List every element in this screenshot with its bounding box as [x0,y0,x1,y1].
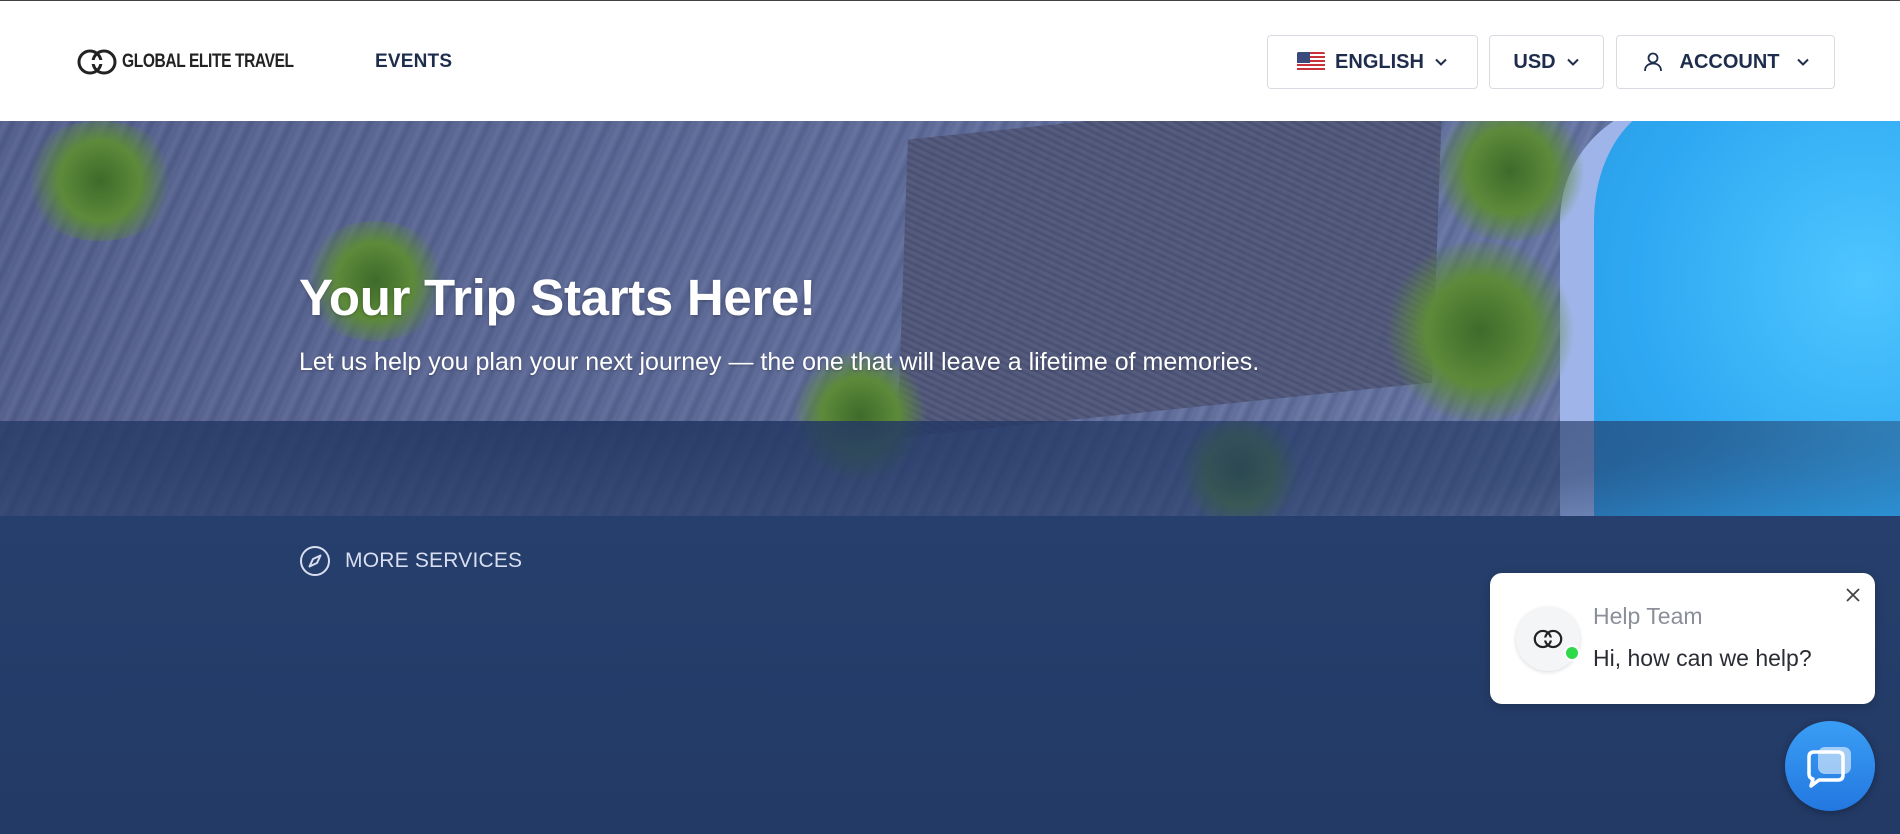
hero-background-palm [1380,241,1580,421]
chevron-down-icon [1435,58,1447,66]
logo-icon [77,49,117,75]
account-dropdown[interactable]: ACCOUNT [1616,35,1835,89]
nav-events-link[interactable]: EVENTS [375,51,452,73]
site-header: GLOBAL ELITE TRAVEL EVENTS ENGLISH USD A… [0,0,1900,121]
account-label: ACCOUNT [1679,50,1780,73]
currency-label: USD [1513,50,1556,73]
user-icon [1643,52,1662,72]
chat-popup[interactable]: Help Team Hi, how can we help? [1490,573,1875,704]
hero-subtitle: Let us help you plan your next journey —… [299,348,1260,376]
chat-team-name: Help Team [1593,603,1703,629]
currency-dropdown[interactable]: USD [1489,35,1604,89]
logo-icon [1533,629,1563,649]
chat-message: Hi, how can we help? [1593,645,1812,671]
hero-banner [0,121,1900,516]
hero-background-palm [20,121,180,241]
chevron-down-icon [1566,58,1579,66]
chevron-down-icon [1796,58,1809,66]
language-label: ENGLISH [1335,50,1424,73]
hero-shade [0,421,1900,516]
compass-icon [300,546,330,576]
chat-avatar [1516,607,1580,671]
close-icon[interactable] [1843,585,1863,605]
chat-bubble-icon [1807,747,1851,788]
logo[interactable]: GLOBAL ELITE TRAVEL [76,47,331,77]
chat-launcher-button[interactable] [1785,721,1875,811]
hero-title: Your Trip Starts Here! [299,269,816,326]
more-services-label: MORE SERVICES [345,549,523,572]
logo-text: GLOBAL ELITE TRAVEL [122,51,294,72]
more-services-link[interactable]: MORE SERVICES [299,545,522,577]
language-dropdown[interactable]: ENGLISH [1267,35,1478,89]
hero-background-roof [897,121,1443,438]
us-flag-icon [1297,52,1326,72]
online-status-dot [1564,645,1580,661]
